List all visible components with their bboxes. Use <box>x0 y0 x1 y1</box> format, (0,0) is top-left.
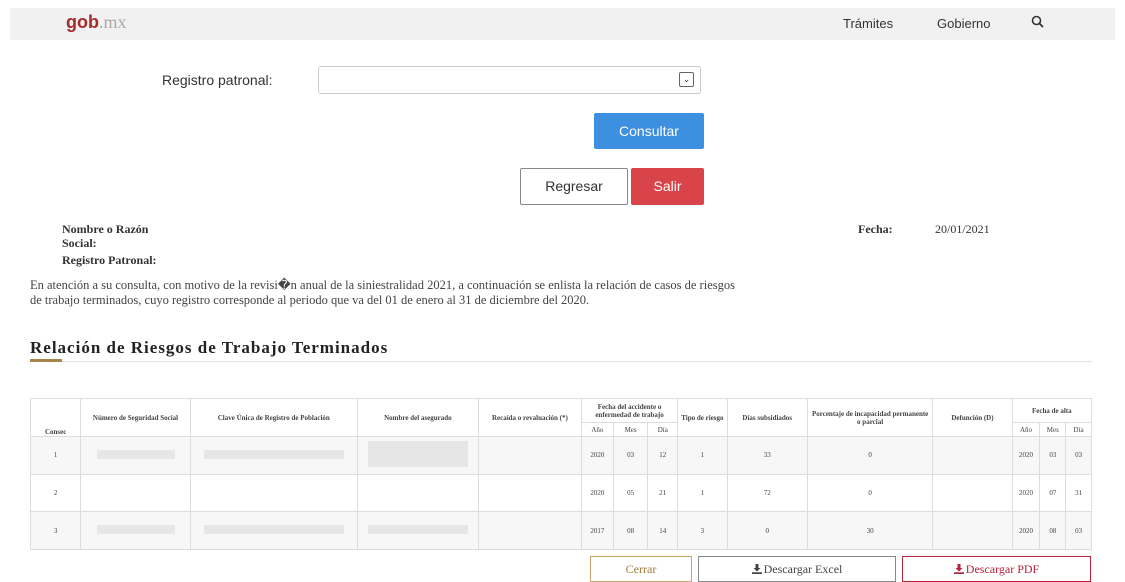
descargar-excel-label: Descargar Excel <box>763 562 843 576</box>
redacted-nss <box>80 511 191 550</box>
col-porcentaje: Porcentaje de incapacidad permanente o p… <box>806 398 934 437</box>
download-icon <box>751 564 762 574</box>
col-fecha-accidente: Fecha del accidente o enfermedad de trab… <box>580 398 679 423</box>
fecha-value: 20/01/2021 <box>935 222 990 236</box>
cell-alta-anio: 2020 <box>1011 436 1041 475</box>
cell-alta-mes: 08 <box>1039 511 1067 550</box>
col-alta-anio: Año <box>1011 422 1041 437</box>
registro-patronal-select[interactable]: ⌄ <box>318 66 701 94</box>
descargar-excel-button[interactable]: Descargar Excel <box>698 556 896 582</box>
fecha-label: Fecha: <box>858 222 893 236</box>
top-navbar: gob.mx Trámites Gobierno <box>10 8 1115 40</box>
cell-acc-anio: 2020 <box>580 473 614 513</box>
cell-acc-anio: 2020 <box>580 436 614 475</box>
redacted-nss <box>80 436 191 475</box>
cell-porcentaje: 30 <box>806 511 934 550</box>
cell-acc-mes: 03 <box>612 436 649 475</box>
registro-patronal-info-label: Registro Patronal: <box>62 253 157 267</box>
cell-consec: 3 <box>29 511 82 550</box>
cell-alta-mes: 07 <box>1039 473 1067 513</box>
table-row: 1 2020 03 12 1 33 0 2020 03 03 <box>29 436 1092 475</box>
cell-acc-dia: 12 <box>647 436 679 475</box>
col-fecha-alta: Fecha de alta <box>1011 398 1093 423</box>
cell-tipo: 3 <box>677 511 728 550</box>
col-consec: Consec <box>29 398 82 437</box>
cell-curp <box>189 473 358 513</box>
col-curp: Clave Única de Registro de Población <box>189 398 358 437</box>
col-tipo-riesgo: Tipo de riesgo <box>677 398 728 437</box>
cell-recaida <box>477 473 582 513</box>
regresar-button[interactable]: Regresar <box>520 168 628 205</box>
descargar-pdf-label: Descargar PDF <box>965 562 1040 576</box>
gob-mx-logo[interactable]: gob.mx <box>66 12 127 33</box>
cell-dias: 33 <box>726 436 808 475</box>
search-icon[interactable] <box>1030 14 1046 30</box>
col-acc-anio: Año <box>580 422 614 437</box>
cell-alta-dia: 31 <box>1065 473 1092 513</box>
nav-tramites[interactable]: Trámites <box>843 16 893 31</box>
download-icon <box>953 564 964 574</box>
table-row: 2 2020 05 21 1 72 0 2020 07 31 <box>29 473 1092 513</box>
cell-defuncion <box>932 473 1013 513</box>
intro-line-1: En atención a su consulta, con motivo de… <box>30 278 735 292</box>
cell-consec: 2 <box>29 473 82 513</box>
cell-dias: 72 <box>726 473 808 513</box>
col-defuncion: Defunción (D) <box>932 398 1013 437</box>
consultar-button[interactable]: Consultar <box>594 113 704 149</box>
logo-main: gob <box>66 12 99 32</box>
cerrar-button[interactable]: Cerrar <box>590 556 692 582</box>
cell-defuncion <box>932 511 1013 550</box>
section-title: Relación de Riesgos de Trabajo Terminado… <box>30 338 389 357</box>
cell-acc-mes: 08 <box>612 511 649 550</box>
intro-line-2: de trabajo terminados, cuyo registro cor… <box>30 293 590 307</box>
social-label: Social: <box>62 236 97 250</box>
cell-tipo: 1 <box>677 473 728 513</box>
cell-alta-dia: 03 <box>1065 436 1092 475</box>
cell-acc-dia: 21 <box>647 473 679 513</box>
redacted-curp <box>189 511 358 550</box>
cell-dias: 0 <box>726 511 808 550</box>
cell-alta-dia: 03 <box>1065 511 1092 550</box>
chevron-down-icon: ⌄ <box>679 72 694 87</box>
col-nombre: Nombre del asegurado <box>356 398 479 437</box>
col-nss: Número de Seguridad Social <box>80 398 191 437</box>
nombre-razon-label: Nombre o Razón <box>62 222 149 236</box>
intro-paragraph: En atención a su consulta, con motivo de… <box>30 278 1100 308</box>
col-alta-dia: Día <box>1065 422 1092 437</box>
registro-patronal-label: Registro patronal: <box>162 72 273 88</box>
cell-acc-dia: 14 <box>647 511 679 550</box>
cell-porcentaje: 0 <box>806 436 934 475</box>
redacted-nombre <box>356 511 479 550</box>
descargar-pdf-button[interactable]: Descargar PDF <box>902 556 1091 582</box>
cell-recaida <box>477 511 582 550</box>
col-alta-mes: Mes <box>1039 422 1067 437</box>
cell-tipo: 1 <box>677 436 728 475</box>
col-recaida: Recaída o revaluación (*) <box>477 398 582 437</box>
cell-nombre <box>356 473 479 513</box>
cell-recaida <box>477 436 582 475</box>
riesgos-table: Consec Número de Seguridad Social Clave … <box>29 398 1093 550</box>
section-divider <box>30 361 1092 362</box>
cell-nss <box>80 473 191 513</box>
cell-porcentaje: 0 <box>806 473 934 513</box>
cell-alta-mes: 03 <box>1039 436 1067 475</box>
cell-consec: 1 <box>29 436 82 475</box>
redacted-nombre <box>356 436 479 475</box>
cell-alta-anio: 2020 <box>1011 473 1041 513</box>
cell-acc-mes: 05 <box>612 473 649 513</box>
cell-alta-anio: 2020 <box>1011 511 1041 550</box>
table-row: 3 2017 08 14 3 0 30 2020 08 03 <box>29 511 1092 550</box>
cell-acc-anio: 2017 <box>580 511 614 550</box>
salir-button[interactable]: Salir <box>631 168 704 205</box>
col-dias-subsidiados: Días subsidiados <box>726 398 808 437</box>
col-acc-mes: Mes <box>612 422 649 437</box>
nav-gobierno[interactable]: Gobierno <box>937 16 990 31</box>
col-acc-dia: Día <box>647 422 679 437</box>
logo-suffix: .mx <box>99 12 127 32</box>
redacted-curp <box>189 436 358 475</box>
cell-defuncion <box>932 436 1013 475</box>
section-accent-bar <box>30 359 62 362</box>
